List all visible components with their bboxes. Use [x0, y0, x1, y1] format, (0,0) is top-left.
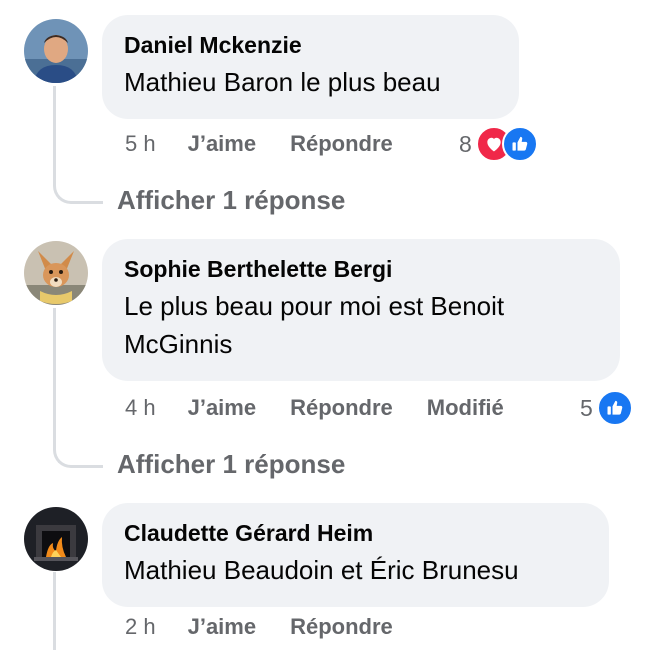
- reaction-count: 5: [580, 394, 593, 421]
- show-replies-link[interactable]: Afficher 1 réponse: [117, 184, 345, 216]
- avatar-dog-icon: [24, 241, 88, 305]
- comment-text: Mathieu Baron le plus beau: [124, 67, 441, 97]
- timestamp[interactable]: 2 h: [125, 614, 156, 640]
- edited-label[interactable]: Modifié: [427, 395, 504, 421]
- reaction-count: 8: [459, 130, 472, 157]
- avatar-photo-icon: [24, 19, 88, 83]
- comment-text: Le plus beau pour moi est Benoit McGinni…: [124, 291, 505, 359]
- reply-button[interactable]: Répondre: [290, 395, 393, 421]
- comment-actions: 5 h J’aime Répondre: [125, 129, 393, 159]
- comment-actions: 4 h J’aime Répondre Modifié: [125, 393, 504, 423]
- comment-text: Mathieu Beaudoin et Éric Brunesu: [124, 555, 519, 585]
- like-button[interactable]: J’aime: [188, 614, 257, 640]
- show-replies-link[interactable]: Afficher 1 réponse: [117, 448, 345, 480]
- timestamp[interactable]: 4 h: [125, 395, 156, 421]
- thread-line: [53, 86, 56, 182]
- reply-connector: [53, 444, 103, 468]
- comment-bubble: Daniel Mckenzie Mathieu Baron le plus be…: [102, 15, 519, 119]
- reply-button[interactable]: Répondre: [290, 131, 393, 157]
- like-button[interactable]: J’aime: [188, 131, 257, 157]
- avatar[interactable]: [24, 241, 88, 305]
- reaction-summary[interactable]: 8: [459, 126, 538, 162]
- timestamp[interactable]: 5 h: [125, 131, 156, 157]
- thread-line: [53, 308, 56, 446]
- reaction-summary[interactable]: 5: [580, 390, 633, 426]
- author-name[interactable]: Claudette Gérard Heim: [124, 519, 587, 547]
- author-name[interactable]: Daniel Mckenzie: [124, 31, 497, 59]
- thread-line: [53, 572, 56, 650]
- author-name[interactable]: Sophie Berthelette Bergi: [124, 255, 598, 283]
- comment-bubble: Claudette Gérard Heim Mathieu Beaudoin e…: [102, 503, 609, 607]
- avatar[interactable]: [24, 507, 88, 571]
- like-icon: [596, 390, 633, 426]
- comment-bubble: Sophie Berthelette Bergi Le plus beau po…: [102, 239, 620, 381]
- reply-connector: [53, 180, 103, 204]
- reply-button[interactable]: Répondre: [290, 614, 393, 640]
- avatar-fireplace-icon: [24, 507, 88, 571]
- like-icon: [501, 126, 538, 162]
- like-button[interactable]: J’aime: [188, 395, 257, 421]
- avatar[interactable]: [24, 19, 88, 83]
- comment-actions: 2 h J’aime Répondre: [125, 612, 393, 642]
